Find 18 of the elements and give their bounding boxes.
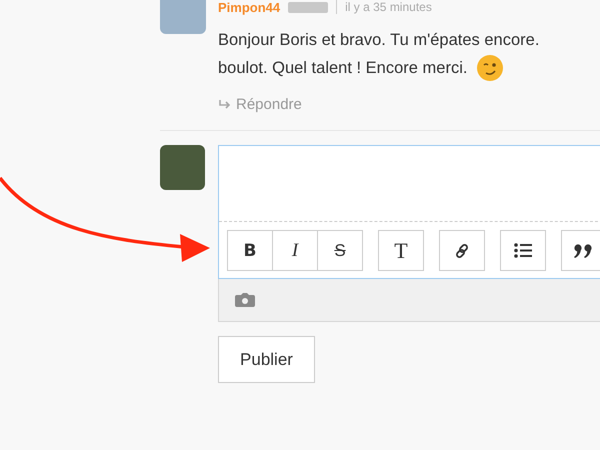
strike-button[interactable]: S [317,230,363,271]
badge-icon [288,2,328,12]
camera-icon[interactable] [235,292,255,308]
italic-button[interactable]: I [272,230,318,271]
comment-text-line: boulot. Quel talent ! Encore merci. [218,58,468,79]
bold-button[interactable]: B [227,230,273,271]
list-icon [514,243,532,258]
winking-emoji-icon [477,55,504,81]
quote-button[interactable] [561,230,600,271]
reply-arrow-icon [218,98,232,110]
heading-button[interactable]: T [378,230,424,271]
link-icon [454,242,470,258]
publish-button[interactable]: Publier [218,336,315,383]
comment-time: il y a 35 minutes [336,0,432,14]
link-button[interactable] [439,230,485,271]
list-button[interactable] [500,230,546,271]
quote-icon [574,244,594,258]
comment-text-line: Bonjour Boris et bravo. Tu m'épates encore. [218,30,540,51]
